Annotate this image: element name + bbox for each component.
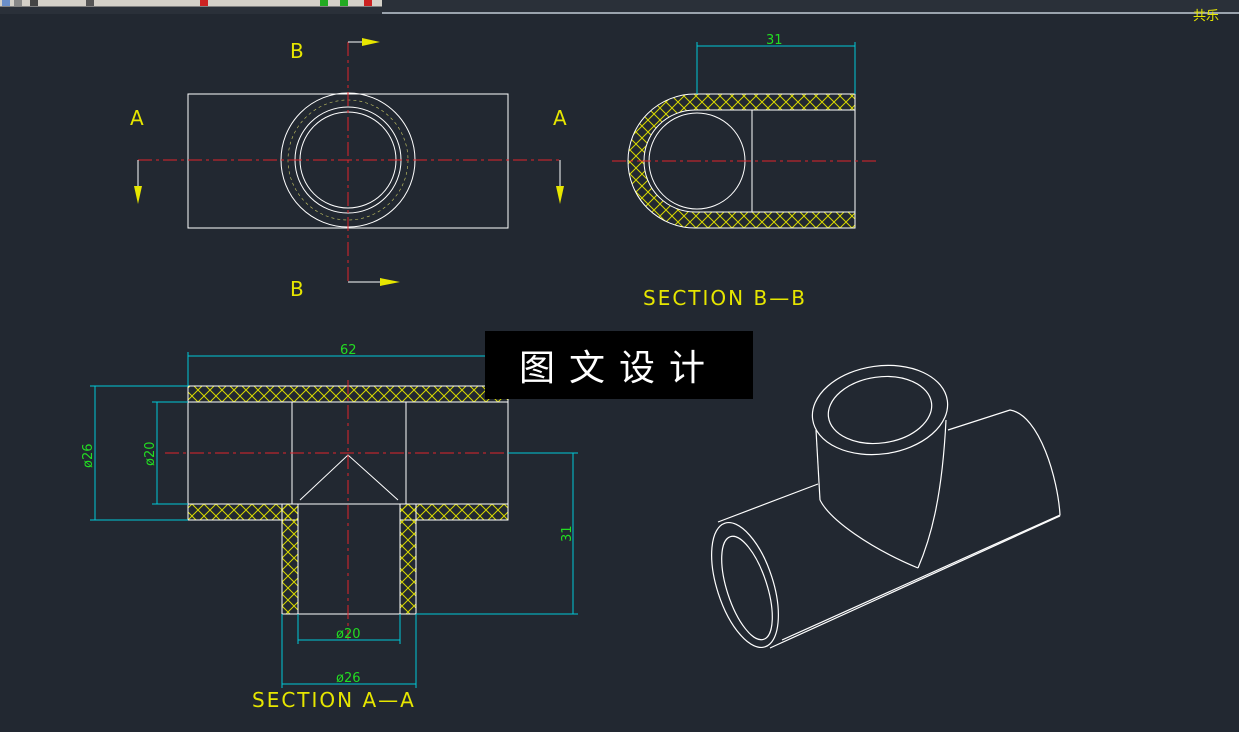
section-bb-title: SECTION B—B — [643, 286, 807, 310]
iso-main-outer-end — [711, 521, 779, 649]
section-aa-title: SECTION A—A — [252, 688, 416, 712]
iso-main-pipe-upper-edge — [717, 483, 819, 523]
dim-62: 62 — [340, 343, 357, 358]
iso-main-inner-end — [721, 535, 773, 641]
iso-main-pipe-lower-edge — [769, 515, 1061, 649]
arrow-icon — [380, 278, 400, 286]
section-aa-branch-wall-right — [399, 503, 417, 615]
section-bb — [612, 42, 876, 229]
label-b-bottom: B — [290, 277, 304, 301]
label-a-left: A — [130, 106, 144, 130]
section-aa — [165, 380, 530, 640]
section-aa-branch-wall-left — [281, 503, 299, 615]
arrow-icon — [134, 186, 142, 204]
dim-d20-left: ø20 — [143, 442, 158, 467]
arrow-icon — [362, 38, 380, 46]
dim-d26-left: ø26 — [81, 444, 96, 469]
isometric-view — [711, 364, 1061, 649]
label-b-top: B — [290, 39, 304, 63]
dim-d26-bottom: ø26 — [336, 671, 361, 686]
dim-31-aa: 31 — [560, 525, 575, 542]
iso-branch-inner — [827, 375, 933, 445]
watermark-banner: 图文设计 — [485, 331, 753, 399]
section-aa-intersection — [299, 454, 399, 501]
label-a-right: A — [553, 106, 567, 130]
iso-main-pipe-top — [781, 409, 1061, 641]
dim-31-bb: 31 — [766, 33, 783, 48]
dim-d20-bottom: ø20 — [336, 627, 361, 642]
top-view-cutting-lines — [134, 38, 564, 286]
arrow-icon — [556, 186, 564, 204]
